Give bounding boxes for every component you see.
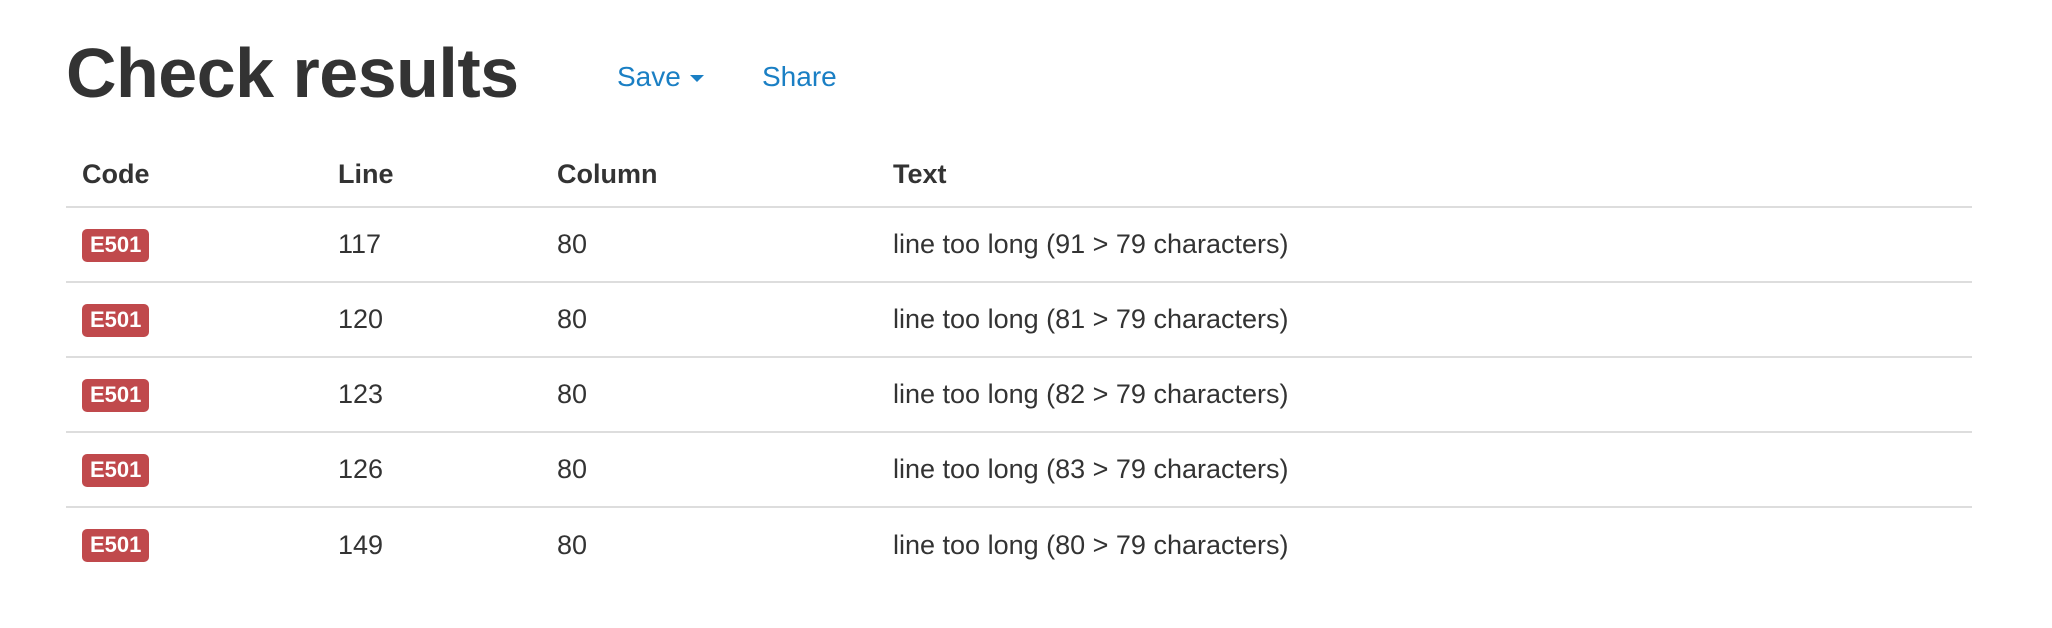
error-code-badge: E501 [82,303,150,337]
page-header: Check results Save Share [66,0,1972,143]
table-row: E501 123 80 line too long (82 > 79 chara… [66,357,1972,433]
line-cell: 149 [338,529,384,560]
line-cell: 123 [322,357,541,433]
results-table-header: Code Line Column Text [66,143,1972,208]
table-row: E501 117 80 line too long (91 > 79 chara… [66,207,1972,283]
column-header-line: Line [322,143,541,208]
column-header-text: Text [877,143,1972,208]
save-dropdown-button[interactable]: Save [617,60,704,94]
results-table: Code Line Column Text E501 117 80 line t… [66,143,1972,582]
error-code-badge: E501 [82,453,150,487]
message-cell: line too long (80 > 79 characters) [893,529,1289,560]
line-cell: 117 [322,207,541,283]
column-cell: 80 [557,529,588,560]
error-code-badge: E501 [82,228,150,262]
message-cell: line too long (91 > 79 characters) [877,207,1972,283]
code-cell: E501 [66,357,322,433]
results-table-body: E501 117 80 line too long (91 > 79 chara… [66,207,1972,582]
table-row: E501 120 80 line too long (81 > 79 chara… [66,282,1972,358]
column-header-column: Column [541,143,877,208]
message-cell: line too long (81 > 79 characters) [877,282,1972,358]
column-cell: 80 [541,357,877,433]
error-code-badge: E501 [82,378,150,412]
code-cell: E501 [66,507,322,582]
caret-down-icon [689,75,704,82]
code-cell: E501 [66,432,322,508]
code-cell: E501 [66,207,322,283]
page-title: Check results [66,34,519,112]
share-link[interactable]: Share [762,60,837,94]
message-cell: line too long (83 > 79 characters) [877,432,1972,508]
message-cell: line too long (82 > 79 characters) [877,357,1972,433]
table-row: E501 149 80 line too long (80 > 79 chara… [66,507,1972,582]
table-row: E501 126 80 line too long (83 > 79 chara… [66,432,1972,508]
column-header-code: Code [66,143,322,208]
save-label: Save [617,61,681,92]
line-cell: 126 [322,432,541,508]
column-cell: 80 [541,207,877,283]
error-code-badge: E501 [82,529,150,562]
column-cell: 80 [541,432,877,508]
line-cell: 120 [322,282,541,358]
column-cell: 80 [541,282,877,358]
results-page: Check results Save Share Code Line Colum… [66,0,1972,582]
code-cell: E501 [66,282,322,358]
